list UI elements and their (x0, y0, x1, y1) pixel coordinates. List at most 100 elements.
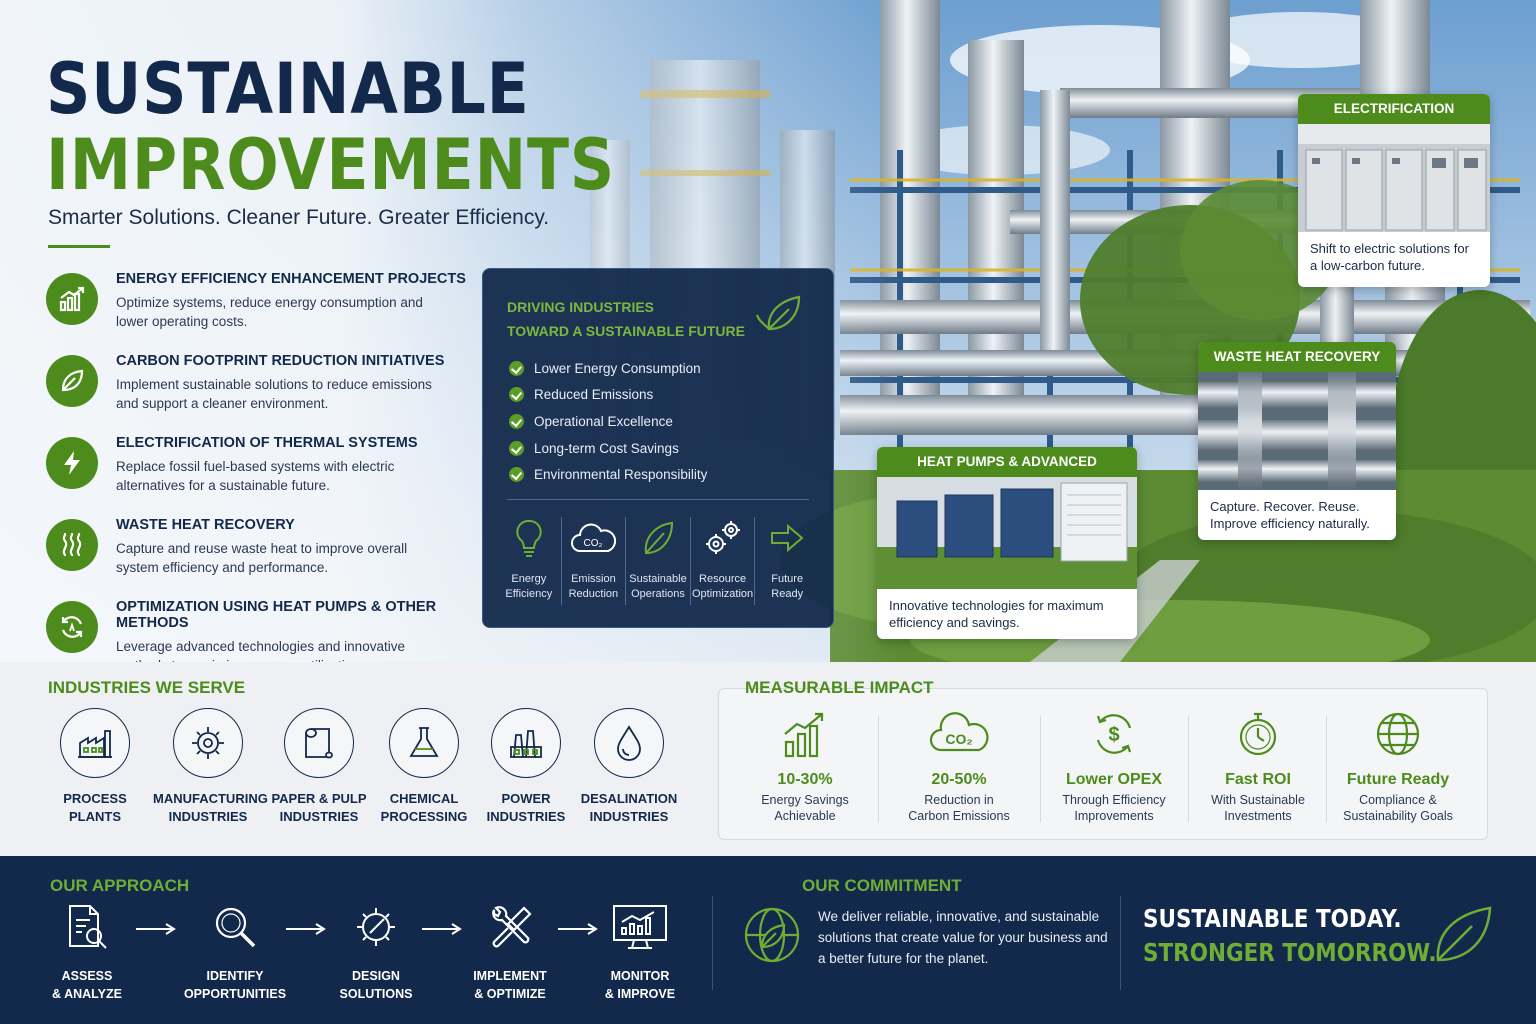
panel-icon-row: Energy Efficiency CO₂ Emission Reduction S… (497, 517, 819, 605)
benefit-label: Environmental Responsibility (534, 467, 708, 483)
water-drop-icon (617, 725, 641, 761)
impact-desc: Through Efficiency (1062, 793, 1166, 807)
impact-desc: Achievable (774, 809, 836, 823)
card-electrification: ELECTRIFICATION Shift to electric soluti… (1298, 94, 1490, 287)
commitment-text: We deliver reliable, innovative, and sus… (818, 909, 1108, 966)
document-search-icon (69, 905, 107, 949)
step-label: & OPTIMIZE (474, 987, 546, 1001)
leaf-icon (755, 291, 805, 342)
panel-icon-label: Sustainable (629, 573, 687, 585)
industry-process-plants: PROCESS PLANTS (40, 708, 150, 826)
impact-desc: Carbon Emissions (908, 809, 1010, 823)
approach-heading: OUR APPROACH (50, 876, 190, 895)
lightning-bolt-icon (46, 437, 98, 489)
step-monitor: MONITOR & IMPROVE (585, 902, 695, 1003)
industry-label: INDUSTRIES (279, 809, 359, 824)
benefit-label: Reduced Emissions (534, 387, 654, 403)
feature-desc: Optimize systems, reduce energy consumpt… (116, 295, 423, 329)
panel-heading: DRIVING INDUSTRIES TOWARD A SUSTAINABLE … (507, 295, 745, 343)
impact-future-ready: Future Ready Compliance & Sustainability … (1330, 708, 1466, 824)
impact-fast-roi: Fast ROI With Sustainable Investments (1196, 708, 1320, 824)
check-icon (509, 467, 524, 483)
industry-label: INDUSTRIES (168, 809, 248, 824)
dollar-cycle-icon: $ (1096, 714, 1132, 754)
sustainable-future-panel: DRIVING INDUSTRIES TOWARD A SUSTAINABLE … (482, 268, 834, 628)
panel-icon-label: Resource (699, 573, 747, 585)
industries-heading: INDUSTRIES WE SERVE (48, 678, 246, 697)
bar-chart-growth-icon (46, 273, 98, 325)
band-divider (712, 896, 713, 990)
impact-desc: Compliance & (1359, 793, 1437, 807)
panel-icon-label: Operations (631, 588, 685, 600)
tools-icon (492, 906, 532, 948)
panel-heading-line1: DRIVING INDUSTRIES (507, 299, 655, 315)
cycle-arrows-icon (46, 601, 98, 653)
impact-carbon-reduction: CO₂ 20-50% Reduction in Carbon Emissions (890, 708, 1028, 824)
panel-icon-label: Emission (571, 573, 616, 585)
check-icon (509, 413, 524, 429)
card-desc: Shift to electric solutions for a low-ca… (1310, 241, 1469, 273)
industry-paper-pulp: PAPER & PULP INDUSTRIES (264, 708, 374, 826)
impact-value: 20-50% (931, 771, 987, 788)
page-title-line1: SUSTAINABLE (46, 48, 530, 130)
power-plant-icon (510, 730, 542, 758)
globe-icon (1376, 712, 1420, 756)
impact-divider (1326, 716, 1327, 822)
impact-divider (1040, 716, 1041, 822)
panel-icon-sustainable-operations: Sustainable Operations (626, 517, 691, 605)
step-label: IDENTIFY (206, 969, 264, 983)
check-icon (509, 387, 524, 403)
title-divider (48, 245, 110, 248)
panel-icon-label: Energy (511, 573, 547, 585)
benefit-item: Long-term Cost Savings (509, 435, 707, 462)
impact-value: Future Ready (1346, 771, 1450, 788)
industry-power: POWER INDUSTRIES (471, 708, 581, 826)
tagline-line1: SUSTAINABLE TODAY. (1143, 904, 1402, 933)
step-label: OPPORTUNITIES (183, 987, 287, 1001)
step-design: DESIGN SOLUTIONS (321, 902, 431, 1003)
feature-desc: Replace fossil fuel-based systems with e… (116, 459, 395, 493)
step-label: & IMPROVE (604, 987, 676, 1001)
arrow-right-icon (136, 923, 176, 935)
industry-label: PROCESS (63, 791, 127, 806)
panel-icon-resource-optimization: Resource Optimization (691, 517, 756, 605)
step-label: & ANALYZE (52, 987, 122, 1001)
heat-waves-icon (46, 519, 98, 571)
industry-chemical: CHEMICAL PROCESSING (369, 708, 479, 826)
feature-electrification: Electrification of Thermal Systems Repla… (46, 435, 486, 514)
industry-manufacturing: MANUFACTURING INDUSTRIES (153, 708, 268, 826)
impact-desc: Energy Savings (761, 793, 849, 807)
pipes-image (1198, 372, 1396, 490)
feature-list: Energy Efficiency Enhancement Projects O… (46, 268, 486, 678)
feature-waste-heat: Waste Heat Recovery Capture and reuse wa… (46, 517, 486, 596)
industry-desalination: DESALINATION INDUSTRIES (574, 708, 684, 826)
panel-icon-emission-reduction: CO₂ Emission Reduction (562, 517, 627, 605)
industry-label: POWER (501, 791, 551, 806)
impact-value: 10-30% (777, 771, 833, 788)
svg-text:$: $ (1108, 724, 1119, 746)
co2-cloud-icon: CO₂ (571, 523, 617, 552)
industry-label: INDUSTRIES (486, 809, 566, 824)
feature-title: Carbon Footprint Reduction Initiatives (116, 353, 445, 369)
factory-icon (78, 730, 112, 758)
page-title-line2: IMPROVEMENTS (46, 124, 616, 206)
feature-title: Energy Efficiency Enhancement Projects (116, 271, 466, 287)
svg-text:CO₂: CO₂ (584, 538, 603, 549)
benefit-item: Lower Energy Consumption (509, 355, 707, 382)
industry-label: INDUSTRIES (589, 809, 669, 824)
paper-roll-icon (305, 728, 333, 759)
lightbulb-icon (516, 519, 542, 557)
impact-desc: Improvements (1074, 809, 1154, 823)
panel-icon-future-ready: Future Ready (755, 517, 819, 605)
benefit-list: Lower Energy Consumption Reduced Emissio… (509, 355, 707, 488)
stopwatch-icon (1239, 712, 1277, 756)
electrical-panels-image (1298, 124, 1490, 232)
page-subtitle: Smarter Solutions. Cleaner Future. Great… (48, 206, 550, 229)
benefit-label: Lower Energy Consumption (534, 360, 701, 376)
impact-value: Fast ROI (1225, 771, 1291, 788)
magnifier-icon (215, 907, 256, 948)
impact-desc: Investments (1224, 809, 1292, 823)
card-waste-heat-recovery: WASTE HEAT RECOVERY Capture. Recover. Re… (1198, 342, 1396, 540)
card-title: HEAT PUMPS & ADVANCED SOLUTIONS (877, 447, 1137, 499)
check-icon (509, 360, 524, 376)
